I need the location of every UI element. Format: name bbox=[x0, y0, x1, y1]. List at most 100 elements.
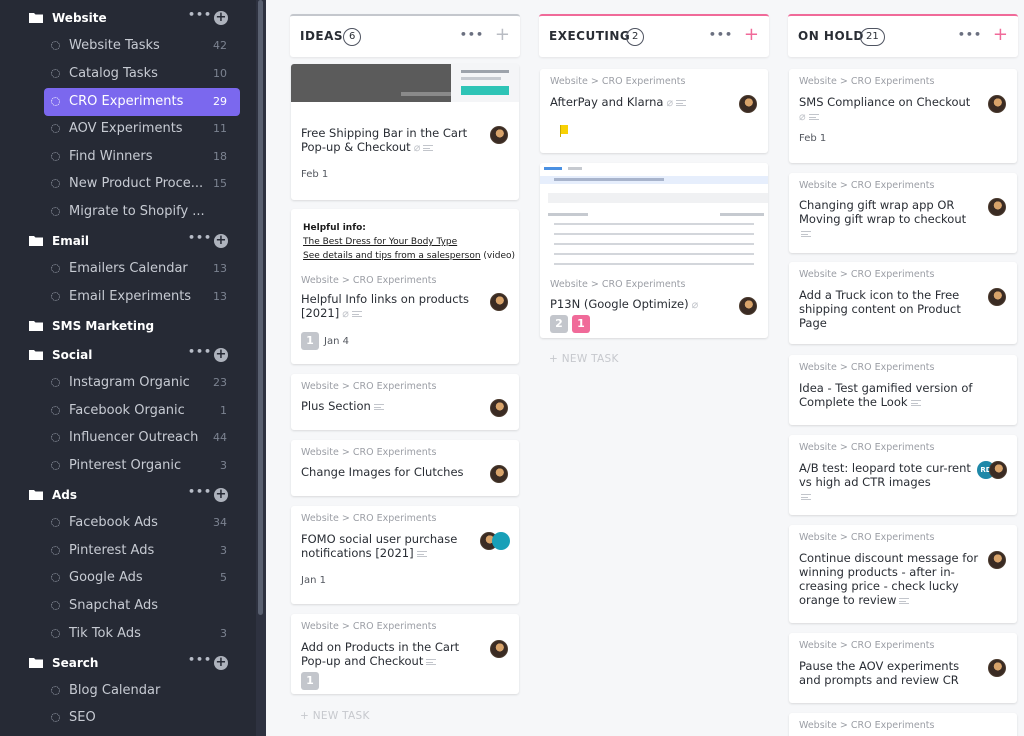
more-icon[interactable]: ••• bbox=[460, 28, 484, 41]
task-card[interactable]: Website > CRO Experiments Changing gift … bbox=[789, 173, 1017, 253]
task-card[interactable]: Helpful info: The Best Dress for Your Bo… bbox=[291, 209, 519, 364]
sidebar-item-pinterest-ads[interactable]: Pinterest Ads 3 bbox=[44, 537, 240, 565]
preview-heading: Helpful info: bbox=[303, 223, 366, 233]
more-icon[interactable]: ••• bbox=[958, 28, 982, 41]
task-card[interactable]: Website > CRO Experiments Add on Product… bbox=[291, 614, 519, 694]
sidebar-item-influencer-outreach[interactable]: Influencer Outreach 44 bbox=[44, 424, 240, 452]
sidebar-item-facebook-organic[interactable]: Facebook Organic 1 bbox=[44, 397, 240, 425]
task-card[interactable]: Website > CRO Experiments A/B test: leop… bbox=[789, 435, 1017, 515]
add-task-icon[interactable]: + bbox=[744, 25, 759, 45]
assignee-avatar[interactable] bbox=[490, 399, 508, 417]
task-title: Helpful Info links on products [2021] ⌀ bbox=[301, 292, 470, 320]
preview-link[interactable]: See details and tips from a salesperson bbox=[303, 251, 481, 261]
task-card[interactable]: Website > CRO Experiments FOMO social us… bbox=[291, 506, 519, 604]
breadcrumb: Website > CRO Experiments bbox=[301, 513, 437, 524]
list-count: 3 bbox=[220, 544, 227, 557]
attachment-icon: ⌀ bbox=[799, 110, 806, 123]
task-card[interactable]: Website > CRO Experiments Add a Truck ic… bbox=[789, 262, 1017, 344]
sidebar-item-find-winners[interactable]: Find Winners 18 bbox=[44, 143, 240, 171]
list-count: 13 bbox=[213, 290, 227, 303]
task-card[interactable]: Website > CRO Experiments Plus Section bbox=[291, 374, 519, 430]
priority-flag-icon[interactable] bbox=[560, 125, 568, 137]
assignee-avatar[interactable] bbox=[492, 532, 510, 550]
assignee-avatar[interactable] bbox=[739, 297, 757, 315]
sidebar-item-instagram-organic[interactable]: Instagram Organic 23 bbox=[44, 369, 240, 397]
more-icon[interactable]: ••• bbox=[709, 28, 733, 41]
assignee-avatar[interactable] bbox=[490, 640, 508, 658]
add-list-icon[interactable]: + bbox=[214, 234, 228, 248]
assignee-avatar[interactable] bbox=[988, 551, 1006, 569]
cover-image bbox=[540, 163, 768, 271]
sidebar-item-blog-calendar[interactable]: Blog Calendar bbox=[44, 677, 240, 705]
assignee-avatar[interactable] bbox=[490, 465, 508, 483]
task-title: Changing gift wrap app OR Moving gift wr… bbox=[799, 198, 979, 240]
assignee-avatar[interactable] bbox=[490, 126, 508, 144]
sidebar-folder-sms-marketing[interactable]: SMS Marketing bbox=[0, 312, 256, 340]
subtask-badge[interactable]: 2 bbox=[550, 315, 568, 333]
folder-label: SMS Marketing bbox=[52, 319, 155, 333]
column-header-ideas: IDEAS 6 ••• + bbox=[290, 14, 520, 57]
more-icon[interactable]: ••• bbox=[188, 653, 212, 666]
priority-badge[interactable]: 1 bbox=[301, 672, 319, 690]
task-card[interactable]: Free Shipping Bar in the Cart Pop-up & C… bbox=[291, 64, 519, 200]
sidebar-item-seo[interactable]: SEO bbox=[44, 704, 240, 732]
sidebar-scrollbar[interactable] bbox=[256, 0, 266, 736]
list-count: 44 bbox=[213, 431, 227, 444]
sidebar-folder-ads[interactable]: Ads ••• + bbox=[0, 481, 256, 509]
more-icon[interactable]: ••• bbox=[188, 8, 212, 21]
assignee-avatar[interactable] bbox=[490, 293, 508, 311]
sidebar-item-migrate-to-shopify[interactable]: Migrate to Shopify ... bbox=[44, 198, 240, 226]
assignee-avatar[interactable] bbox=[989, 461, 1007, 479]
task-card[interactable]: Website > CRO Experiments Idea - Test ga… bbox=[789, 355, 1017, 425]
priority-badge[interactable]: 1 bbox=[301, 332, 319, 350]
more-icon[interactable]: ••• bbox=[188, 231, 212, 244]
sidebar-item-new-product-process[interactable]: New Product Proce... 15 bbox=[44, 170, 240, 198]
attachment-icon: ⌀ bbox=[691, 298, 699, 311]
add-list-icon[interactable]: + bbox=[214, 488, 228, 502]
sidebar-item-google-ads[interactable]: Google Ads 5 bbox=[44, 564, 240, 592]
sidebar-item-cro-experiments[interactable]: CRO Experiments 29 bbox=[44, 88, 240, 116]
task-card[interactable]: Website > CRO Experiments SMS Compliance… bbox=[789, 69, 1017, 163]
task-card[interactable]: Website > CRO Experiments Continue disco… bbox=[789, 525, 1017, 623]
assignee-avatar[interactable] bbox=[739, 95, 757, 113]
more-icon[interactable]: ••• bbox=[188, 485, 212, 498]
description-icon bbox=[801, 230, 811, 237]
assignee-avatar[interactable] bbox=[988, 198, 1006, 216]
sidebar-item-facebook-ads[interactable]: Facebook Ads 34 bbox=[44, 509, 240, 537]
more-icon[interactable]: ••• bbox=[188, 345, 212, 358]
folder-label: Ads bbox=[52, 488, 78, 502]
sidebar-folder-search[interactable]: Search ••• + bbox=[0, 649, 256, 677]
new-task-button[interactable]: + NEW TASK bbox=[300, 710, 370, 722]
task-card[interactable]: Website > CRO Experiments Pause the AOV … bbox=[789, 633, 1017, 703]
folder-label: Email bbox=[52, 234, 90, 248]
sidebar-item-emailers-calendar[interactable]: Emailers Calendar 13 bbox=[44, 255, 240, 283]
sidebar-item-aov-experiments[interactable]: AOV Experiments 11 bbox=[44, 115, 240, 143]
task-card[interactable]: Website > CRO Experiments P13N (Google O… bbox=[540, 163, 768, 338]
scrollbar-thumb[interactable] bbox=[258, 0, 263, 615]
subtask-badge[interactable]: 1 bbox=[572, 315, 590, 333]
add-task-icon[interactable]: + bbox=[993, 25, 1008, 45]
add-task-icon[interactable]: + bbox=[495, 25, 510, 45]
sidebar-item-tik-tok-ads[interactable]: Tik Tok Ads 3 bbox=[44, 620, 240, 648]
add-list-icon[interactable]: + bbox=[214, 348, 228, 362]
add-list-icon[interactable]: + bbox=[214, 656, 228, 670]
sidebar-folder-social[interactable]: Social ••• + bbox=[0, 341, 256, 369]
cover-image bbox=[540, 163, 768, 271]
task-card[interactable]: Website > CRO Experiments Change Images … bbox=[291, 440, 519, 496]
sidebar-item-snapchat-ads[interactable]: Snapchat Ads bbox=[44, 592, 240, 620]
assignee-avatar[interactable] bbox=[988, 659, 1006, 677]
sidebar-folder-email[interactable]: Email ••• + bbox=[0, 227, 256, 255]
new-task-button[interactable]: + NEW TASK bbox=[549, 353, 619, 365]
sidebar-folder-website[interactable]: Website ••• + bbox=[0, 4, 256, 32]
sidebar-item-pinterest-organic[interactable]: Pinterest Organic 3 bbox=[44, 452, 240, 480]
preview-link[interactable]: The Best Dress for Your Body Type bbox=[303, 235, 515, 249]
sidebar-item-email-experiments[interactable]: Email Experiments 13 bbox=[44, 283, 240, 311]
description-icon bbox=[426, 658, 437, 665]
assignee-avatar[interactable] bbox=[988, 95, 1006, 113]
task-card[interactable]: Website > CRO Experiments bbox=[789, 713, 1017, 736]
assignee-avatar[interactable] bbox=[988, 288, 1006, 306]
add-list-icon[interactable]: + bbox=[214, 11, 228, 25]
sidebar-item-website-tasks[interactable]: Website Tasks 42 bbox=[44, 32, 240, 60]
sidebar-item-catalog-tasks[interactable]: Catalog Tasks 10 bbox=[44, 60, 240, 88]
task-card[interactable]: Website > CRO Experiments AfterPay and K… bbox=[540, 69, 768, 153]
